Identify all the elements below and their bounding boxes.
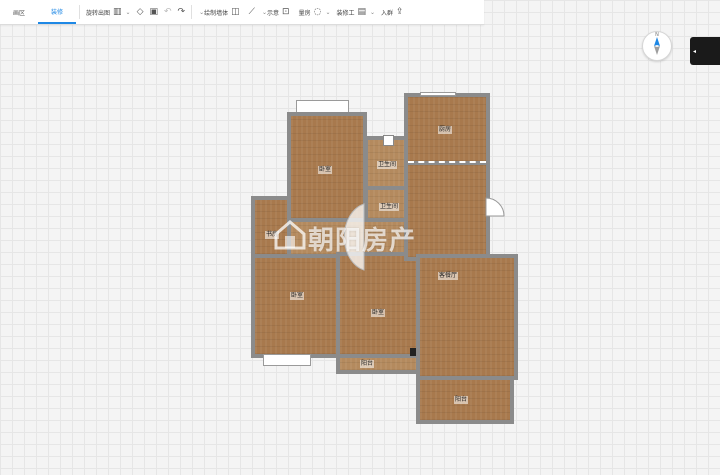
entrance-door-icon	[485, 197, 505, 217]
room-balcony-small[interactable]	[336, 354, 420, 374]
room-living-upper[interactable]	[404, 161, 490, 261]
label-balcony: 阳台	[454, 396, 469, 404]
label-bath1: 卫生间	[377, 161, 398, 169]
kitchen-partition	[408, 161, 486, 163]
bay-window-bottom	[263, 354, 311, 366]
watermark-text: 朝阳房产	[308, 226, 417, 256]
kitchen-window	[420, 92, 456, 96]
label-bedroom-left: 卧室	[290, 292, 305, 300]
kitchen-door-marker	[383, 135, 394, 146]
label-kitchen: 厨房	[438, 126, 453, 134]
label-bedroom-mid: 卧室	[371, 309, 386, 317]
pillar	[410, 348, 416, 356]
room-bedroom-left[interactable]	[251, 254, 340, 358]
watermark-logo-icon	[274, 220, 306, 250]
room-living[interactable]	[416, 254, 518, 380]
label-living: 客餐厅	[438, 272, 459, 280]
label-bedroom-top: 卧室	[318, 166, 333, 174]
label-bath2: 卫生间	[379, 203, 400, 211]
floor-plan: 卧室 厨房 卫生间 卫生间 书房 卧室 卧室 客餐厅 阳台 阳台 朝阳房产	[0, 0, 720, 475]
label-balcony-small: 阳台	[360, 360, 375, 368]
